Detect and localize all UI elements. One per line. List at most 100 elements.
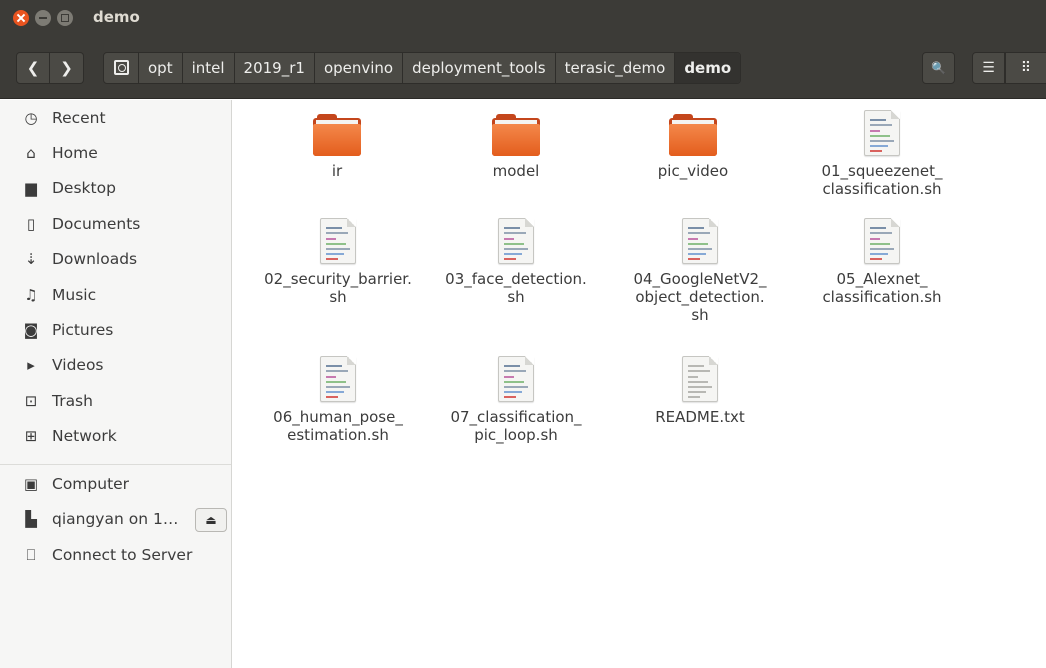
sidebar-item-label: Music <box>52 286 97 304</box>
music-icon: ♫ <box>24 286 38 304</box>
script-file-icon <box>498 356 534 402</box>
clock-icon: ◷ <box>24 109 38 127</box>
view-options-button[interactable]: ⠿ <box>1005 52 1046 84</box>
file-view: ir model pic_video 01_squeezenet_ classi… <box>233 100 1046 668</box>
path-crumb-opt[interactable]: opt <box>139 53 183 83</box>
file-name: pic_video <box>657 162 729 180</box>
path-crumb-2019-r1[interactable]: 2019_r1 <box>235 53 315 83</box>
drive-icon <box>114 60 129 75</box>
file-name: 03_face_detection. sh <box>445 270 587 306</box>
file-item[interactable]: ir <box>237 114 437 180</box>
script-file-icon <box>320 218 356 264</box>
file-item[interactable]: README.txt <box>600 356 800 426</box>
folder-icon <box>313 114 361 156</box>
file-item[interactable]: 04_GoogleNetV2_ object_detection. sh <box>600 218 800 324</box>
path-crumb-intel[interactable]: intel <box>183 53 235 83</box>
path-bar: opt intel 2019_r1 openvino deployment_to… <box>103 52 742 84</box>
title-bar: demo <box>0 0 1046 42</box>
network-share-icon: ▙ <box>25 510 37 528</box>
sidebar-item-network-share[interactable]: ▙ qiangyan on 1… ⏏ <box>0 502 231 536</box>
file-name: README.txt <box>655 408 745 426</box>
trash-icon: ⊡ <box>24 392 38 410</box>
sidebar-item-computer[interactable]: ▣ Computer <box>0 467 231 501</box>
sidebar-item-home[interactable]: ⌂ Home <box>0 136 231 170</box>
sidebar-item-downloads[interactable]: ⇣ Downloads <box>0 242 231 276</box>
file-item[interactable]: model <box>416 114 616 180</box>
sidebar-item-label: qiangyan on 1… <box>52 510 179 528</box>
file-item[interactable]: 02_security_barrier. sh <box>238 218 438 306</box>
file-name: model <box>492 162 540 180</box>
sidebar-item-label: Desktop <box>52 179 116 197</box>
maximize-window-button[interactable] <box>57 10 73 26</box>
path-root-button[interactable] <box>104 53 139 83</box>
home-icon: ⌂ <box>26 144 36 162</box>
script-file-icon <box>682 218 718 264</box>
file-item[interactable]: 06_human_pose_ estimation.sh <box>238 356 438 444</box>
list-view-icon: ☰ <box>982 60 995 76</box>
eject-icon: ⏏ <box>205 513 217 527</box>
sidebar-item-label: Pictures <box>52 321 114 339</box>
path-crumb-terasic-demo[interactable]: terasic_demo <box>556 53 676 83</box>
video-icon: ▸ <box>27 356 35 374</box>
download-icon: ⇣ <box>24 250 38 268</box>
sidebar-item-videos[interactable]: ▸ Videos <box>0 348 231 382</box>
camera-icon: ◙ <box>23 321 39 339</box>
path-crumb-demo[interactable]: demo <box>675 53 741 83</box>
sidebar: ◷ Recent ⌂ Home ▆ Desktop ▯ Documents ⇣ … <box>0 100 232 668</box>
file-name: 02_security_barrier. sh <box>264 270 412 306</box>
file-item[interactable]: 07_classification_ pic_loop.sh <box>416 356 616 444</box>
chevron-left-icon: ❮ <box>26 59 40 77</box>
sidebar-item-label: Recent <box>52 109 106 127</box>
sidebar-item-label: Connect to Server <box>52 546 193 564</box>
file-name: 07_classification_ pic_loop.sh <box>450 408 582 444</box>
path-crumb-deployment-tools[interactable]: deployment_tools <box>403 53 556 83</box>
forward-button[interactable]: ❯ <box>50 52 84 84</box>
list-view-button[interactable]: ☰ <box>972 52 1005 84</box>
drive-icon: ▣ <box>23 475 39 493</box>
close-window-button[interactable] <box>13 10 29 26</box>
sidebar-item-desktop[interactable]: ▆ Desktop <box>0 171 231 205</box>
file-name: 04_GoogleNetV2_ object_detection. sh <box>633 270 767 324</box>
sidebar-item-label: Downloads <box>52 250 138 268</box>
sidebar-item-connect-to-server[interactable]: ⎕ Connect to Server <box>0 538 231 572</box>
script-file-icon <box>498 218 534 264</box>
path-crumb-openvino[interactable]: openvino <box>315 53 404 83</box>
text-file-icon <box>682 356 718 402</box>
minimize-window-button[interactable] <box>35 10 51 26</box>
sidebar-item-label: Computer <box>52 475 130 493</box>
sidebar-item-label: Home <box>52 144 98 162</box>
sidebar-item-music[interactable]: ♫ Music <box>0 278 231 312</box>
file-item[interactable]: 03_face_detection. sh <box>416 218 616 306</box>
file-item[interactable]: pic_video <box>593 114 793 180</box>
script-file-icon <box>320 356 356 402</box>
folder-icon: ▆ <box>25 179 37 197</box>
search-button[interactable]: 🔍 <box>922 52 955 84</box>
script-file-icon <box>864 218 900 264</box>
script-file-icon <box>864 110 900 156</box>
sidebar-item-pictures[interactable]: ◙ Pictures <box>0 313 231 347</box>
search-icon: 🔍 <box>931 61 946 75</box>
window-title: demo <box>93 8 140 26</box>
sidebar-item-network[interactable]: ⊞ Network <box>0 419 231 453</box>
chevron-right-icon: ❯ <box>60 59 73 77</box>
document-icon: ▯ <box>26 215 36 233</box>
file-name: ir <box>331 162 343 180</box>
grid-view-icon: ⠿ <box>1020 60 1032 76</box>
sidebar-divider <box>0 464 231 465</box>
file-name: 06_human_pose_ estimation.sh <box>273 408 403 444</box>
sidebar-item-recent[interactable]: ◷ Recent <box>0 101 231 135</box>
toolbar: ❮ ❯ opt intel 2019_r1 openvino deploymen… <box>0 42 1046 99</box>
file-name: 01_squeezenet_ classification.sh <box>821 162 943 198</box>
sidebar-item-label: Documents <box>52 215 141 233</box>
eject-button[interactable]: ⏏ <box>195 508 227 532</box>
network-icon: ⊞ <box>24 427 38 445</box>
back-button[interactable]: ❮ <box>16 52 50 84</box>
sidebar-item-trash[interactable]: ⊡ Trash <box>0 384 231 418</box>
file-item[interactable]: 01_squeezenet_ classification.sh <box>782 110 982 198</box>
sidebar-item-label: Videos <box>52 356 104 374</box>
sidebar-item-documents[interactable]: ▯ Documents <box>0 207 231 241</box>
sidebar-item-label: Network <box>52 427 117 445</box>
file-name: 05_Alexnet_ classification.sh <box>822 270 942 306</box>
folder-icon <box>669 114 717 156</box>
file-item[interactable]: 05_Alexnet_ classification.sh <box>782 218 982 306</box>
